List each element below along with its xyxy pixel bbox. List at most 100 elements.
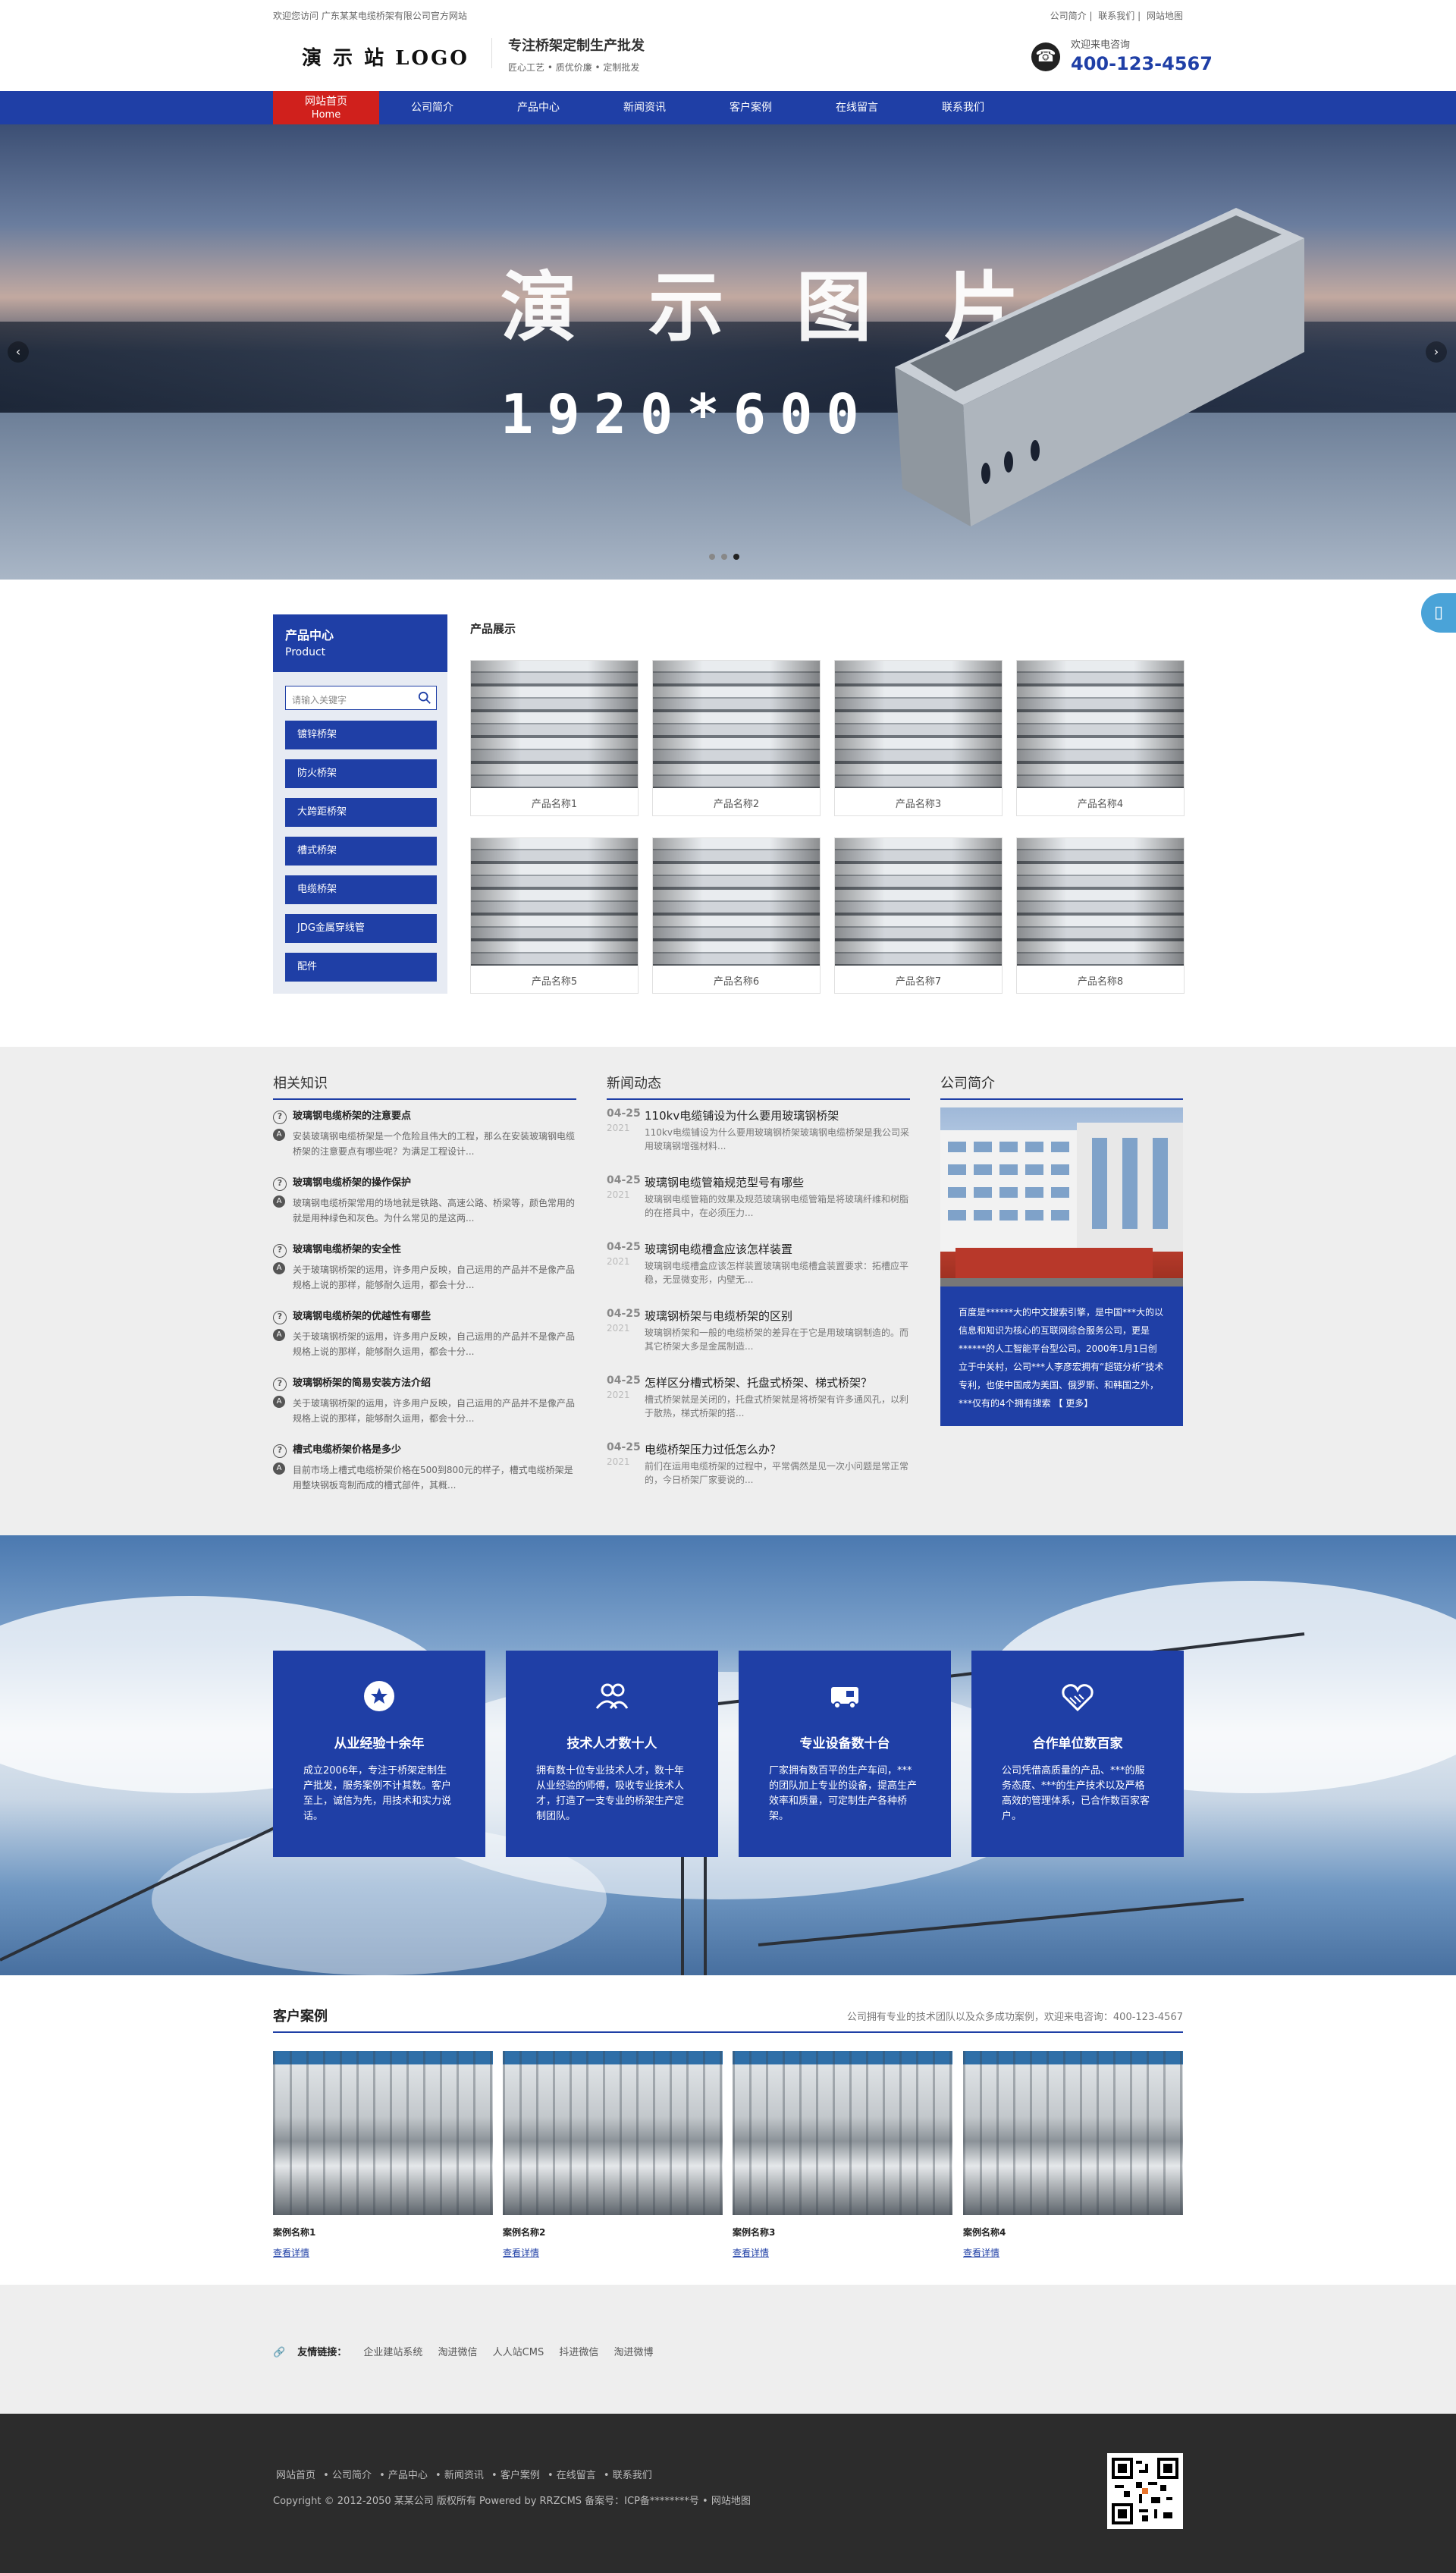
nav-message[interactable]: 在线留言 — [804, 91, 910, 124]
knowledge-question[interactable]: 玻璃钢桥架的简易安装方法介绍 — [273, 1374, 576, 1391]
product-name[interactable]: 产品名称8 — [1017, 973, 1184, 988]
banner-prev-arrow[interactable]: ‹ — [8, 341, 29, 363]
banner-dot[interactable] — [721, 554, 727, 560]
banner-next-arrow[interactable]: › — [1426, 341, 1447, 363]
news-title-link[interactable]: 110kv电缆铺设为什么要用玻璃钢桥架 — [645, 1107, 839, 1123]
product-image[interactable] — [653, 838, 820, 966]
case-image[interactable] — [963, 2051, 1183, 2215]
category-accessories[interactable]: 配件 — [285, 953, 437, 982]
case-image[interactable] — [733, 2051, 952, 2215]
product-name[interactable]: 产品名称5 — [471, 973, 638, 988]
knowledge-item[interactable]: 玻璃钢电缆桥架的操作保护玻璃钢电缆桥架常用的场地就是铁路、高速公路、桥梁等，颜色… — [273, 1174, 576, 1226]
friend-links-row: 🔗 友情链接： 企业建站系统 淘进微信 人人站CMS 抖进微信 淘进微博 — [273, 2344, 666, 2358]
friend-link[interactable]: 淘进微博 — [614, 2347, 654, 2358]
feature-title: 专业设备数十台 — [799, 1736, 890, 1751]
footer-link-news[interactable]: 新闻资讯 — [444, 2470, 484, 2481]
case-image[interactable] — [503, 2051, 723, 2215]
product-image[interactable] — [653, 661, 820, 788]
product-name[interactable]: 产品名称2 — [653, 796, 820, 810]
knowledge-item[interactable]: 玻璃钢桥架的简易安装方法介绍关于玻璃钢桥架的运用，许多用户反映，自己运用的产品并… — [273, 1374, 576, 1426]
hero-banner[interactable]: 演 示 图 片 1920*600 ‹ › — [0, 124, 1456, 580]
product-card[interactable]: 产品名称5 — [470, 837, 639, 994]
nav-home[interactable]: 网站首页 Home — [273, 91, 379, 124]
footer-link-about[interactable]: 公司简介 — [332, 2470, 372, 2481]
case-more-link[interactable]: 查看详情 — [963, 2246, 1183, 2259]
knowledge-question[interactable]: 玻璃钢电缆桥架的安全性 — [273, 1241, 576, 1258]
product-card[interactable]: 产品名称2 — [652, 660, 821, 816]
news-title-link[interactable]: 玻璃钢电缆管箱规范型号有哪些 — [645, 1174, 804, 1190]
top-link-sitemap[interactable]: 网站地图 — [1147, 11, 1183, 21]
float-mobile-button[interactable]: ▯ — [1421, 593, 1456, 633]
category-galvanized[interactable]: 镀锌桥架 — [285, 721, 437, 749]
case-more-link[interactable]: 查看详情 — [733, 2246, 952, 2259]
news-title-link[interactable]: 怎样区分槽式桥架、托盘式桥架、梯式桥架？ — [645, 1374, 872, 1390]
category-fireproof[interactable]: 防火桥架 — [285, 759, 437, 788]
case-name[interactable]: 案例名称1 — [273, 2226, 493, 2238]
knowledge-item[interactable]: 玻璃钢电缆桥架的安全性关于玻璃钢桥架的运用，许多用户反映，自己运用的产品并不是像… — [273, 1241, 576, 1293]
knowledge-item[interactable]: 槽式电缆桥架价格是多少目前市场上槽式电缆桥架价格在500到800元的样子，槽式电… — [273, 1441, 576, 1493]
nav-about[interactable]: 公司简介 — [379, 91, 485, 124]
case-card[interactable]: 案例名称4 查看详情 — [963, 2051, 1183, 2259]
nav-news[interactable]: 新闻资讯 — [592, 91, 698, 124]
product-image[interactable] — [835, 661, 1002, 788]
product-image[interactable] — [835, 838, 1002, 966]
product-name[interactable]: 产品名称1 — [471, 796, 638, 810]
case-card[interactable]: 案例名称3 查看详情 — [733, 2051, 952, 2259]
case-more-link[interactable]: 查看详情 — [273, 2246, 493, 2259]
knowledge-question[interactable]: 玻璃钢电缆桥架的操作保护 — [273, 1174, 576, 1191]
case-image[interactable] — [273, 2051, 493, 2215]
case-name[interactable]: 案例名称4 — [963, 2226, 1183, 2238]
product-search-input[interactable]: 请输入关键字 — [285, 686, 437, 710]
footer-link-message[interactable]: 在线留言 — [557, 2470, 596, 2481]
case-card[interactable]: 案例名称1 查看详情 — [273, 2051, 493, 2259]
friend-link[interactable]: 淘进微信 — [438, 2347, 478, 2358]
nav-products[interactable]: 产品中心 — [485, 91, 592, 124]
knowledge-item[interactable]: 玻璃钢电缆桥架的注意要点安装玻璃钢电缆桥架是一个危险且伟大的工程，那么在安装玻璃… — [273, 1107, 576, 1159]
nav-contact[interactable]: 联系我们 — [910, 91, 1016, 124]
product-image[interactable] — [471, 661, 638, 788]
footer-link-home[interactable]: 网站首页 — [276, 2470, 315, 2481]
knowledge-question[interactable]: 玻璃钢电缆桥架的注意要点 — [273, 1107, 576, 1124]
site-logo[interactable]: 演 示 站 LOGO — [302, 42, 469, 71]
knowledge-item[interactable]: 玻璃钢电缆桥架的优越性有哪些关于玻璃钢桥架的运用，许多用户反映，自己运用的产品并… — [273, 1308, 576, 1359]
category-long-span[interactable]: 大跨距桥架 — [285, 798, 437, 827]
category-jdg-pipe[interactable]: JDG金属穿线管 — [285, 914, 437, 943]
case-name[interactable]: 案例名称2 — [503, 2226, 723, 2238]
footer-link-cases[interactable]: 客户案例 — [500, 2470, 540, 2481]
knowledge-question[interactable]: 槽式电缆桥架价格是多少 — [273, 1441, 576, 1458]
product-card[interactable]: 产品名称4 — [1016, 660, 1185, 816]
product-name[interactable]: 产品名称7 — [835, 973, 1002, 988]
category-cable[interactable]: 电缆桥架 — [285, 875, 437, 904]
product-name[interactable]: 产品名称4 — [1017, 796, 1184, 810]
news-title-link[interactable]: 电缆桥架压力过低怎么办？ — [645, 1441, 781, 1457]
product-card[interactable]: 产品名称7 — [834, 837, 1003, 994]
product-name[interactable]: 产品名称3 — [835, 796, 1002, 810]
news-title-link[interactable]: 玻璃钢电缆槽盒应该怎样装置 — [645, 1241, 792, 1257]
footer-link-contact[interactable]: 联系我们 — [613, 2470, 652, 2481]
top-link-about[interactable]: 公司简介 — [1050, 11, 1087, 21]
case-more-link[interactable]: 查看详情 — [503, 2246, 723, 2259]
top-link-contact[interactable]: 联系我们 — [1098, 11, 1134, 21]
friend-link[interactable]: 企业建站系统 — [363, 2347, 422, 2358]
friend-link[interactable]: 人人站CMS — [493, 2347, 544, 2358]
search-icon[interactable] — [418, 691, 431, 705]
product-name[interactable]: 产品名称6 — [653, 973, 820, 988]
news-title-link[interactable]: 玻璃钢桥架与电缆桥架的区别 — [645, 1308, 792, 1324]
product-card[interactable]: 产品名称6 — [652, 837, 821, 994]
product-image[interactable] — [471, 838, 638, 966]
banner-dot-active[interactable] — [733, 554, 739, 560]
category-trough[interactable]: 槽式桥架 — [285, 837, 437, 866]
nav-cases[interactable]: 客户案例 — [698, 91, 804, 124]
product-image[interactable] — [1017, 838, 1184, 966]
friend-link[interactable]: 抖进微信 — [559, 2347, 598, 2358]
product-card[interactable]: 产品名称1 — [470, 660, 639, 816]
knowledge-question[interactable]: 玻璃钢电缆桥架的优越性有哪些 — [273, 1308, 576, 1324]
footer-link-products[interactable]: 产品中心 — [388, 2470, 428, 2481]
banner-dot[interactable] — [709, 554, 715, 560]
product-image[interactable] — [1017, 661, 1184, 788]
product-card[interactable]: 产品名称8 — [1016, 837, 1185, 994]
product-card[interactable]: 产品名称3 — [834, 660, 1003, 816]
case-name[interactable]: 案例名称3 — [733, 2226, 952, 2238]
about-more-link[interactable]: 【 更多】 — [1053, 1398, 1093, 1409]
case-card[interactable]: 案例名称2 查看详情 — [503, 2051, 723, 2259]
